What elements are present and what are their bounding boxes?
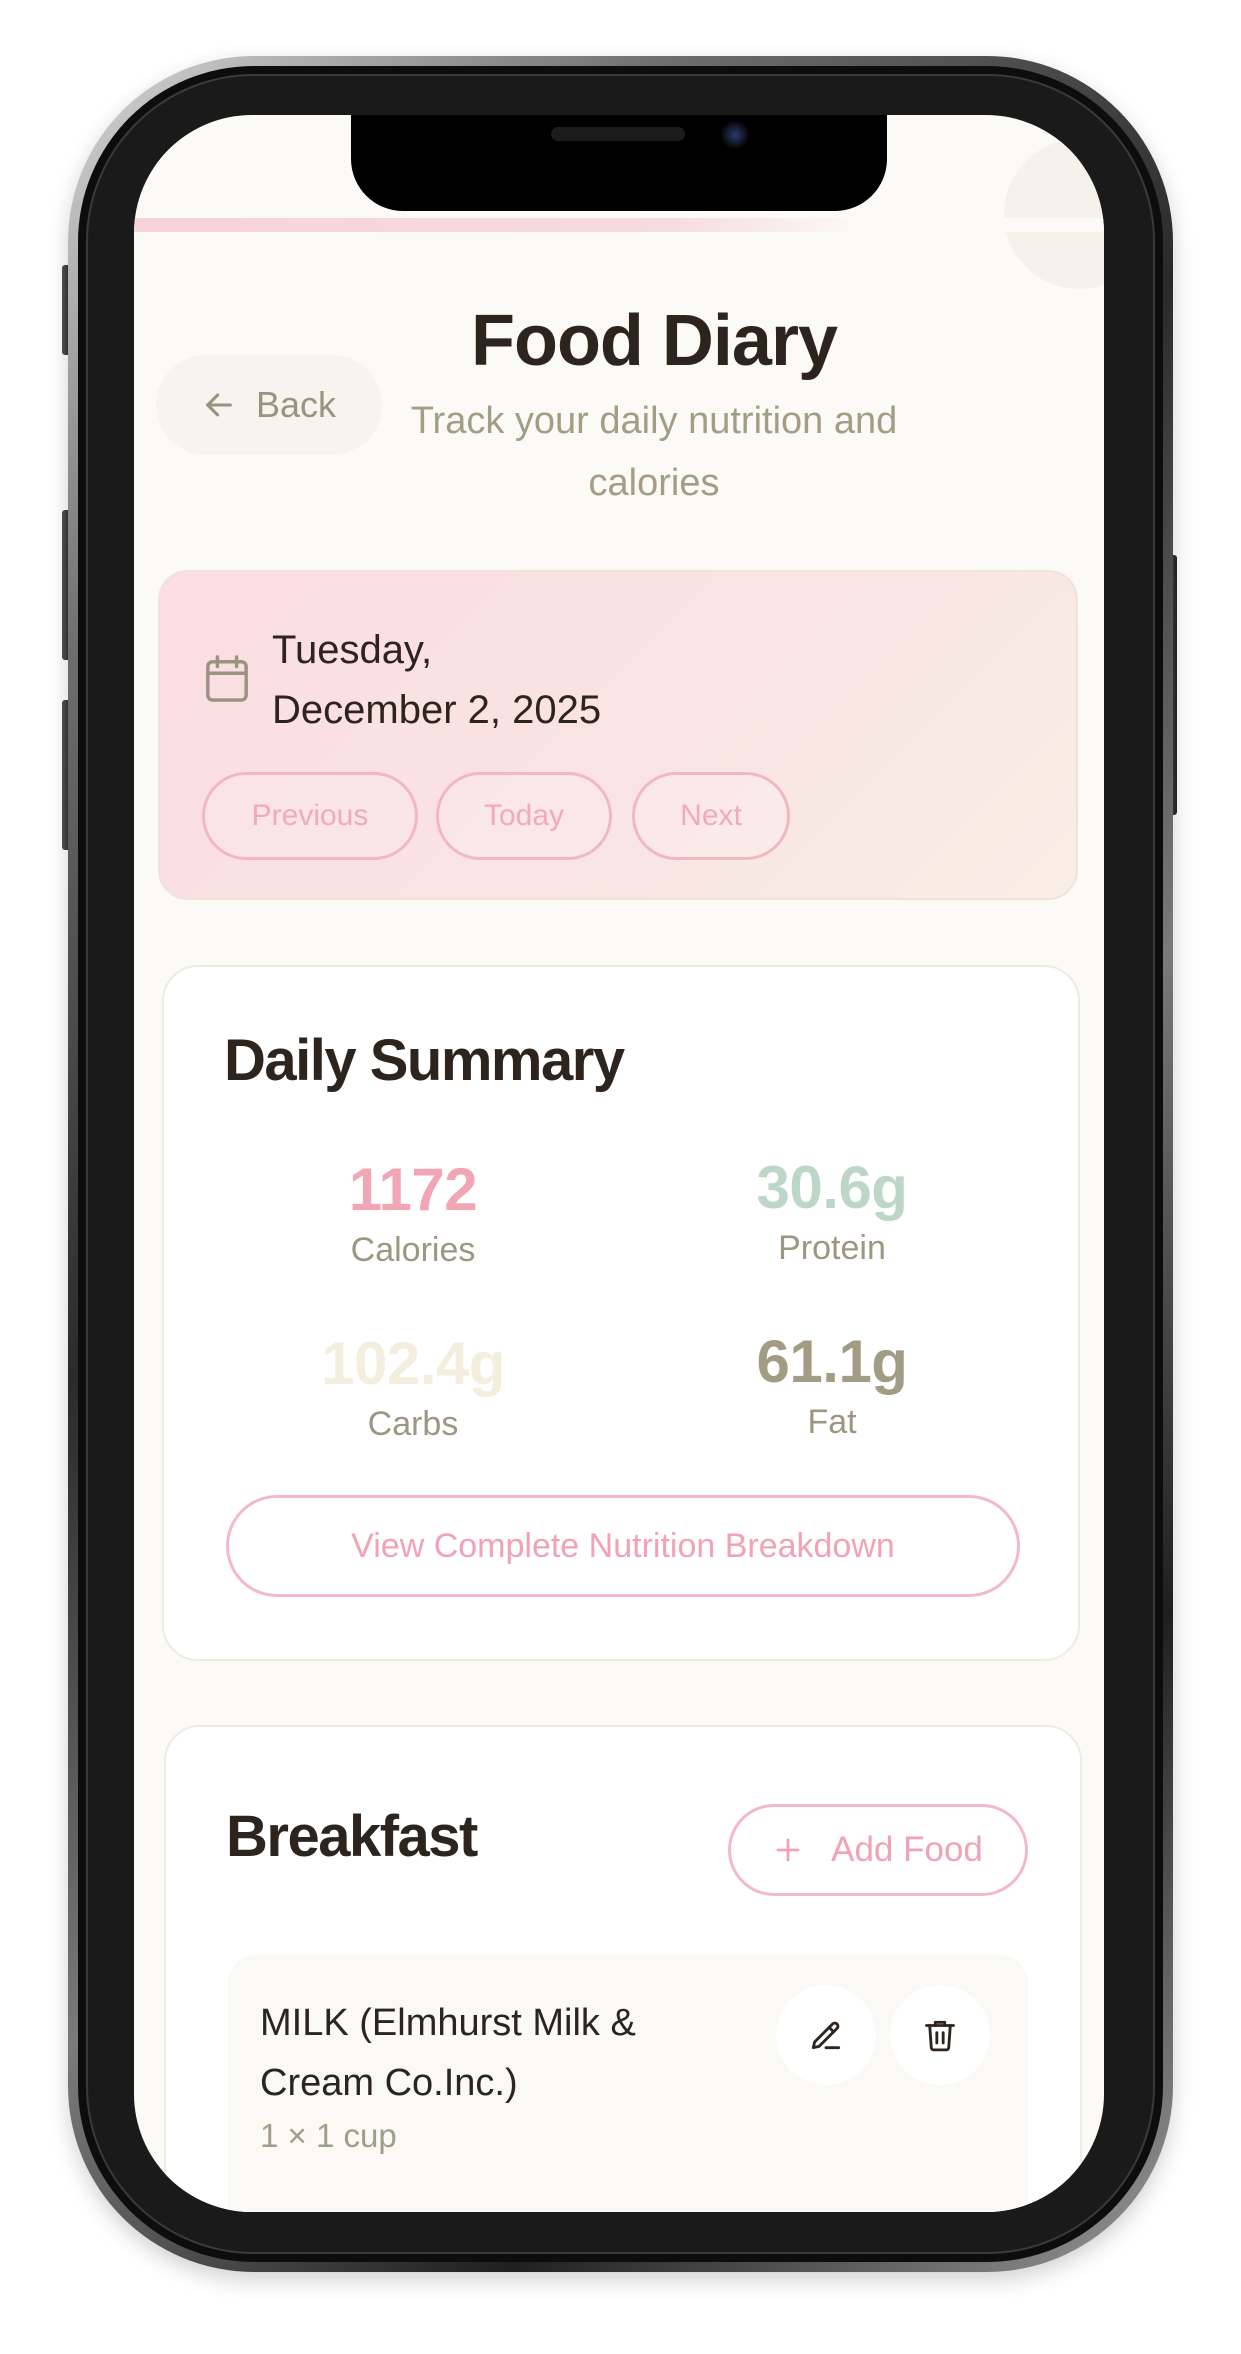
food-item[interactable]: MILK (Elmhurst Milk & Cream Co.Inc.) 1 ×… bbox=[228, 1955, 1028, 2212]
carbs-value: 102.4g bbox=[321, 1330, 505, 1397]
arrow-left-icon bbox=[206, 393, 232, 417]
current-date: Tuesday, December 2, 2025 bbox=[272, 620, 772, 740]
calories-value: 1172 bbox=[348, 1156, 478, 1223]
speaker-icon bbox=[551, 127, 685, 141]
phone-screen: Back Food Diary Track your daily nutriti… bbox=[134, 115, 1104, 2212]
trash-icon bbox=[925, 2020, 955, 2052]
page-subtitle: Track your daily nutrition and calories bbox=[410, 400, 898, 504]
next-day-button[interactable]: Next bbox=[632, 772, 790, 860]
carbs-stat: 102.4g Carbs bbox=[263, 1329, 563, 1444]
food-item-serving: 1 × 1 cup bbox=[260, 2117, 397, 2154]
decorative-circle bbox=[1004, 139, 1104, 289]
camera-icon bbox=[721, 121, 749, 149]
meal-title-breakfast: Breakfast bbox=[226, 1804, 478, 1869]
page: Back Food Diary Track your daily nutriti… bbox=[0, 0, 1241, 2354]
date-weekday: Tuesday, bbox=[272, 628, 433, 672]
date-card: Tuesday, December 2, 2025 Previous Today… bbox=[158, 570, 1078, 900]
delete-food-button[interactable] bbox=[890, 1985, 990, 2085]
calendar-icon bbox=[206, 655, 248, 702]
protein-stat: 30.6g Protein bbox=[682, 1153, 982, 1268]
protein-label: Protein bbox=[778, 1229, 886, 1267]
plus-icon bbox=[776, 1838, 800, 1862]
pencil-icon bbox=[811, 2021, 841, 2050]
carbs-label: Carbs bbox=[367, 1405, 459, 1443]
previous-day-button[interactable]: Previous bbox=[202, 772, 418, 860]
calories-stat: 1172 Calories bbox=[263, 1155, 563, 1270]
view-nutrition-breakdown-button[interactable]: View Complete Nutrition Breakdown bbox=[226, 1495, 1020, 1597]
add-food-label: Add Food bbox=[831, 1830, 983, 1869]
food-item-name: MILK (Elmhurst Milk & Cream Co.Inc.) bbox=[260, 2002, 636, 2104]
fat-label: Fat bbox=[807, 1403, 857, 1441]
add-food-button[interactable]: Add Food bbox=[728, 1804, 1028, 1896]
phone-notch bbox=[351, 115, 887, 211]
calories-label: Calories bbox=[350, 1231, 476, 1269]
date-full: December 2, 2025 bbox=[272, 688, 602, 732]
today-button[interactable]: Today bbox=[436, 772, 612, 860]
summary-title: Daily Summary bbox=[224, 1028, 625, 1093]
page-title: Food Diary bbox=[470, 301, 838, 381]
protein-value: 30.6g bbox=[756, 1154, 908, 1221]
edit-food-button[interactable] bbox=[776, 1985, 876, 2085]
decorative-top-band bbox=[134, 218, 1104, 232]
breakfast-card: Breakfast Add Food MILK (Elmhurst Milk &… bbox=[164, 1725, 1082, 2212]
daily-summary-card: Daily Summary 1172 Calories 30.6g Protei… bbox=[162, 965, 1080, 1661]
back-button-label: Back bbox=[255, 384, 337, 425]
fat-stat: 61.1g Fat bbox=[682, 1327, 982, 1442]
fat-value: 61.1g bbox=[756, 1328, 908, 1395]
